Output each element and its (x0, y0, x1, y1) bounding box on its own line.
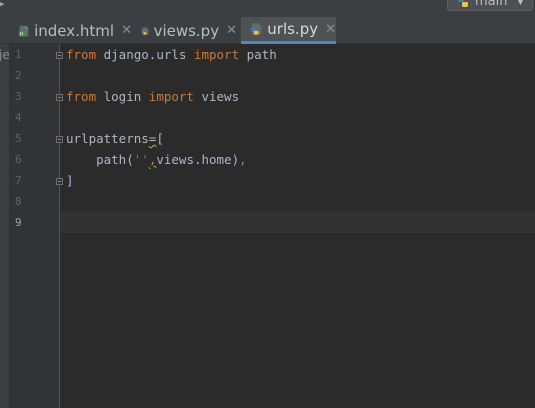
function-call: path( (96, 152, 134, 167)
tab-label: urls.py (267, 20, 319, 38)
tab-views-py[interactable]: views.py ✕ (141, 17, 237, 44)
tab-label: views.py (153, 21, 220, 40)
project-tool-strip[interactable]: je (0, 44, 10, 408)
python-icon (458, 0, 468, 7)
import-name: path (239, 47, 277, 62)
bracket: [ (156, 131, 164, 146)
close-icon[interactable]: ✕ (121, 23, 132, 38)
tab-urls-py[interactable]: urls.py ✕ (241, 17, 336, 44)
line-number: 5 (15, 132, 22, 145)
line-number: 3 (15, 90, 22, 103)
top-toolbar: ▸ main ▼ (0, 0, 535, 17)
keyword: from (66, 47, 97, 62)
editor-tab-bar: H index.html ✕ views.py ✕ urls.py ✕ (0, 17, 535, 44)
code-line-5[interactable]: urlpatterns=[ (66, 131, 164, 146)
line-number: 7 (15, 174, 22, 187)
line-number: 2 (15, 69, 22, 82)
python-file-icon (141, 26, 149, 35)
code-line-1[interactable]: from django.urls import path (66, 47, 277, 62)
keyword: from (66, 89, 97, 104)
code-line-7[interactable]: ] (66, 173, 74, 188)
tab-index-html[interactable]: H index.html ✕ (18, 17, 132, 44)
svg-text:H: H (20, 31, 24, 37)
code-line-6[interactable]: path('',views.home), (66, 152, 247, 167)
bracket: ] (66, 173, 74, 188)
project-panel-fragment: je (0, 48, 10, 62)
keyword: import (193, 47, 240, 62)
run-configuration-selector[interactable]: main ▼ (447, 0, 533, 11)
line-number: 6 (15, 153, 22, 166)
line-number-current: 9 (15, 216, 22, 229)
line-number: 1 (15, 48, 22, 61)
keyword: import (148, 89, 194, 104)
code-editor[interactable]: from django.urls import path from login … (60, 44, 535, 408)
module-name: django.urls (96, 47, 194, 62)
import-name: views (193, 89, 240, 104)
module-name: login (96, 89, 149, 104)
expand-arrow-icon[interactable]: ▸ (0, 0, 5, 10)
current-line-highlight (60, 212, 535, 233)
run-configuration-name: main (475, 0, 508, 9)
html-file-icon: H (18, 25, 29, 37)
code-line-3[interactable]: from login import views (66, 89, 239, 104)
tab-label: index.html (34, 21, 115, 40)
line-number: 4 (15, 111, 22, 124)
line-number: 8 (15, 195, 22, 208)
comma: , (239, 152, 247, 167)
string-literal: '' (133, 152, 149, 167)
variable-name: urlpatterns (66, 131, 149, 146)
line-number-gutter: 1 2 3 4 5 6 7 8 9 (10, 44, 63, 408)
argument: views.home) (156, 152, 240, 167)
chevron-down-icon: ▼ (517, 0, 524, 7)
close-icon[interactable]: ✕ (226, 23, 237, 38)
python-file-icon (250, 23, 262, 35)
close-icon[interactable]: ✕ (325, 22, 336, 37)
